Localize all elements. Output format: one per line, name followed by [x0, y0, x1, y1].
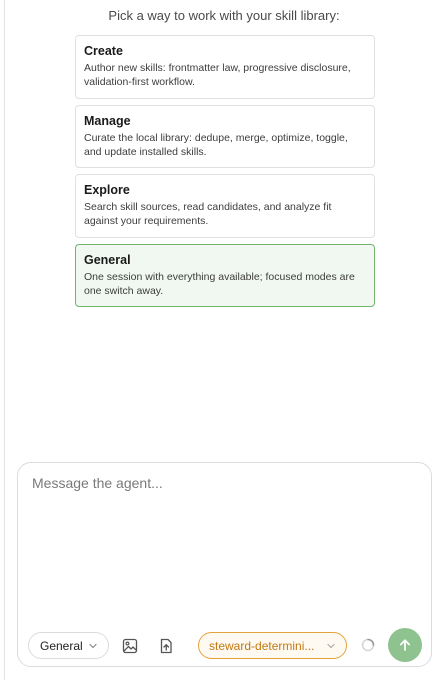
image-icon [122, 638, 138, 654]
mode-card-description: Author new skills: frontmatter law, prog… [84, 62, 351, 88]
message-input[interactable] [32, 475, 417, 615]
model-dropdown[interactable]: steward-determini... [198, 632, 347, 659]
mode-card-title: General [84, 253, 131, 267]
mode-card-general[interactable]: General One session with everything avai… [75, 244, 375, 307]
mode-dropdown-label: General [40, 638, 83, 653]
mode-prompt: Pick a way to work with your skill libra… [108, 8, 340, 23]
loading-spinner-icon [361, 638, 375, 652]
model-dropdown-label: steward-determini... [209, 638, 315, 653]
mode-card-create[interactable]: Create Author new skills: frontmatter la… [75, 35, 375, 99]
attach-file-button[interactable] [156, 636, 176, 656]
mode-dropdown[interactable]: General [28, 632, 109, 659]
file-upload-icon [160, 638, 172, 654]
mode-card-manage[interactable]: Manage Curate the local library: dedupe,… [75, 105, 375, 168]
chevron-down-icon [327, 643, 335, 649]
chevron-down-icon [89, 643, 97, 649]
mode-card-description: Search skill sources, read candidates, a… [84, 201, 332, 227]
mode-card-description: Curate the local library: dedupe, merge,… [84, 132, 348, 158]
left-divider [4, 0, 5, 680]
mode-card-title: Manage [84, 114, 131, 128]
mode-card-explore[interactable]: Explore Search skill sources, read candi… [75, 174, 375, 238]
message-composer: General steward-determini... [17, 462, 432, 667]
mode-card-description: One session with everything available; f… [84, 271, 355, 297]
mode-card-title: Explore [84, 183, 130, 197]
arrow-up-icon [399, 639, 411, 651]
send-button[interactable] [388, 628, 422, 662]
attach-image-button[interactable] [120, 636, 140, 656]
mode-card-title: Create [84, 44, 123, 58]
